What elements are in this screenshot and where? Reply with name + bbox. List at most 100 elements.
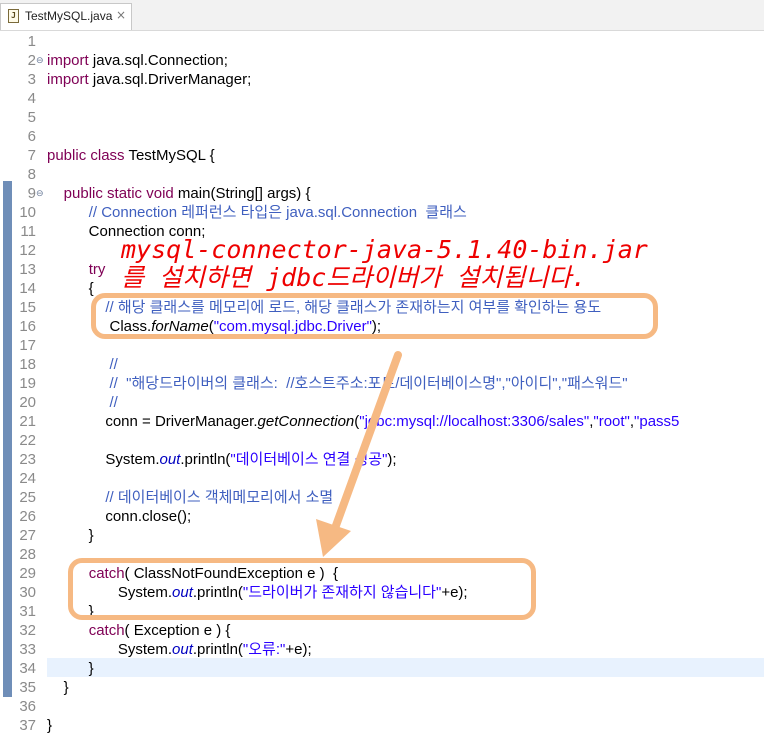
line-number: 34 bbox=[19, 660, 36, 677]
code-token: conn = DriverManager. bbox=[47, 413, 258, 430]
code-line[interactable]: // "해당드라이버의 클래스: //호스트주소:포트/데이터베이스명","아이… bbox=[47, 374, 628, 393]
code-line[interactable]: conn.close(); bbox=[47, 507, 191, 526]
line-number: 26 bbox=[19, 508, 36, 525]
code-token: .println( bbox=[192, 641, 243, 658]
highlight-box-catch-block bbox=[68, 558, 536, 620]
line-number: 30 bbox=[19, 584, 36, 601]
annotation-jar-name: mysql-connector-java-5.1.40-bin.jar bbox=[121, 235, 648, 264]
line-number: 14 bbox=[19, 280, 36, 297]
code-token: getConnection bbox=[257, 413, 355, 430]
code-token: catch bbox=[88, 622, 125, 639]
line-number: 22 bbox=[19, 432, 36, 449]
line-number: 5 bbox=[27, 109, 36, 126]
code-token: class bbox=[90, 147, 125, 164]
code-token: void bbox=[146, 185, 174, 202]
line-number: 20 bbox=[19, 394, 36, 411]
code-token: // "해당드라이버의 클래스: //호스트주소:포트/데이터베이스명","아이… bbox=[109, 375, 628, 392]
line-number: 24 bbox=[19, 470, 36, 487]
fold-toggle-icon[interactable]: ⊖ bbox=[36, 52, 44, 71]
code-token: // 데이터베이스 객체메모리에서 소멸 bbox=[105, 489, 334, 506]
tab-filename: TestMySQL.java bbox=[25, 9, 113, 23]
code-line[interactable]: } bbox=[47, 526, 94, 545]
code-token: public bbox=[47, 147, 87, 164]
line-number: 13 bbox=[19, 261, 36, 278]
line-number: 9 bbox=[27, 185, 36, 202]
code-line[interactable]: catch( Exception e ) { bbox=[47, 621, 231, 640]
code-line[interactable]: conn = DriverManager.getConnection("jdbc… bbox=[47, 412, 679, 431]
code-line[interactable]: public class TestMySQL { bbox=[47, 146, 215, 165]
code-line[interactable]: } bbox=[47, 659, 94, 678]
line-number: 36 bbox=[19, 698, 36, 715]
code-token: main(String[] args) { bbox=[173, 185, 311, 202]
code-line[interactable]: // bbox=[47, 355, 118, 374]
code-token: out bbox=[159, 451, 181, 468]
code-token: java.sql.Connection; bbox=[88, 52, 228, 69]
line-number: 7 bbox=[27, 147, 36, 164]
code-line[interactable]: try bbox=[47, 260, 106, 279]
code-line[interactable]: } bbox=[47, 716, 52, 735]
line-number: 25 bbox=[19, 489, 36, 506]
code-line[interactable]: // bbox=[47, 393, 118, 412]
close-icon[interactable]: × bbox=[116, 8, 126, 22]
line-number: 18 bbox=[19, 356, 36, 373]
code-line[interactable]: System.out.println("오류:"+e); bbox=[47, 640, 312, 659]
code-token: static bbox=[107, 185, 143, 202]
line-number: 27 bbox=[19, 527, 36, 544]
line-number: 4 bbox=[27, 90, 36, 107]
line-number: 33 bbox=[19, 641, 36, 658]
line-number: 12 bbox=[19, 242, 36, 259]
code-token: ); bbox=[387, 451, 397, 468]
code-token: public bbox=[63, 185, 103, 202]
current-line-highlight bbox=[47, 658, 764, 677]
highlight-box-class-forname bbox=[91, 293, 658, 339]
code-line[interactable]: // Connection 레퍼런스 타입은 java.sql.Connecti… bbox=[47, 203, 467, 222]
line-number: 6 bbox=[27, 128, 36, 145]
line-number: 29 bbox=[19, 565, 36, 582]
code-editor[interactable]: 1 2 ⊖ 3 4 5 6 7 8 9 ⊖ 10 11 12 13 14 15 16 17 18 19 20 21 22 23 2… bbox=[0, 31, 764, 739]
line-number: 15 bbox=[19, 299, 36, 316]
code-token: out bbox=[172, 641, 193, 658]
line-number: 23 bbox=[19, 451, 36, 468]
line-number: 11 bbox=[20, 223, 36, 240]
code-token: "jdbc:mysql://localhost:3306/sales" bbox=[359, 413, 590, 430]
code-token: } bbox=[47, 527, 94, 544]
editor-tab-testmysql[interactable]: J TestMySQL.java × bbox=[0, 3, 132, 30]
code-line[interactable]: // 데이터베이스 객체메모리에서 소멸 bbox=[47, 488, 333, 507]
line-number: 31 bbox=[19, 603, 36, 620]
line-number: 2 bbox=[27, 52, 36, 69]
code-token: System. bbox=[47, 641, 173, 658]
code-token: "root" bbox=[593, 413, 630, 430]
code-token: // bbox=[109, 356, 118, 373]
line-number: 10 bbox=[19, 204, 36, 221]
code-line[interactable]: public static void main(String[] args) { bbox=[47, 184, 311, 203]
code-token: } bbox=[47, 717, 53, 734]
code-token: conn.close(); bbox=[47, 508, 192, 525]
code-line[interactable]: { bbox=[47, 279, 94, 298]
code-token: java.sql.DriverManager; bbox=[88, 71, 252, 88]
code-token: } bbox=[47, 679, 69, 696]
code-token: TestMySQL { bbox=[124, 147, 215, 164]
code-token: // Connection 레퍼런스 타입은 java.sql.Connecti… bbox=[88, 204, 467, 221]
annotation-install-note: 를 설치하면 jdbc드라이버가 설치됩니다. bbox=[121, 263, 587, 292]
line-number: 19 bbox=[19, 375, 36, 392]
code-line[interactable]: System.out.println("데이터베이스 연결 성공"); bbox=[47, 450, 397, 469]
fold-toggle-icon[interactable]: ⊖ bbox=[36, 185, 44, 204]
code-token: { bbox=[47, 280, 94, 297]
code-token: .println( bbox=[180, 451, 231, 468]
line-number: 28 bbox=[19, 546, 36, 563]
code-line[interactable]: } bbox=[47, 678, 69, 697]
code-token: try bbox=[88, 261, 106, 278]
code-token: ( Exception e ) { bbox=[124, 622, 231, 639]
code-line[interactable]: import java.sql.Connection; bbox=[47, 51, 228, 70]
code-token: System. bbox=[47, 451, 160, 468]
code-token: "pass5 bbox=[634, 413, 680, 430]
code-line[interactable]: import java.sql.DriverManager; bbox=[47, 70, 251, 89]
editor-tab-bar: J TestMySQL.java × bbox=[0, 0, 764, 31]
line-number: 21 bbox=[19, 413, 36, 430]
code-token: +e); bbox=[285, 641, 312, 658]
